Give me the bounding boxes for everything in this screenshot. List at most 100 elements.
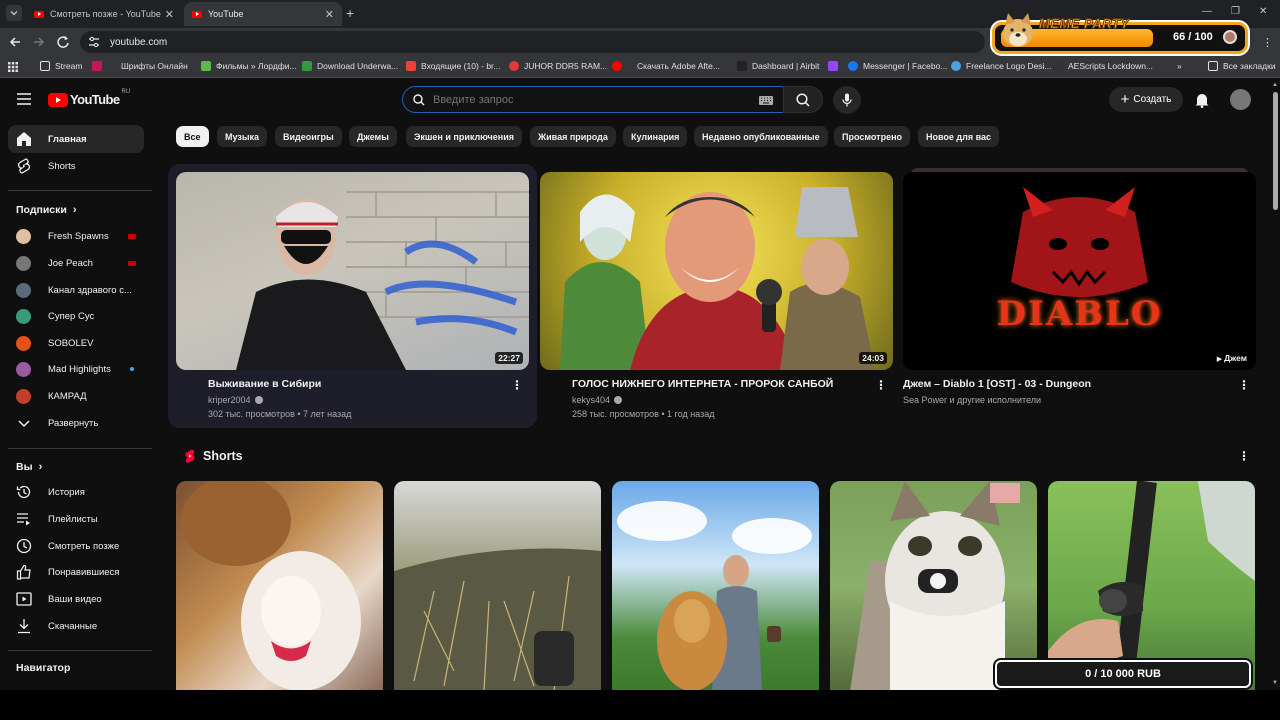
sidebar-item-label: Mad Highlights xyxy=(48,363,111,375)
chip-watched[interactable]: Просмотрено xyxy=(834,126,911,147)
sidebar-expand[interactable]: Развернуть xyxy=(8,409,144,437)
scroll-up-icon[interactable]: ▲ xyxy=(1272,82,1278,88)
video-channel[interactable]: kriper2004 xyxy=(208,395,263,405)
url-text: youtube.com xyxy=(110,36,168,48)
video-title[interactable]: ГОЛОС НИЖНЕГО ИНТЕРНЕТА - ПРОРОК САНБОЙ xyxy=(572,378,833,390)
create-button[interactable]: + Создать xyxy=(1109,87,1183,112)
bookmark-adobe[interactable]: Скачать Adobe Afte... xyxy=(612,61,720,71)
short-thumbnail[interactable] xyxy=(394,481,601,691)
more-options-icon[interactable]: ⋮ xyxy=(1238,449,1250,463)
video-meta: 258 тыс. просмотров • 1 год назад xyxy=(572,409,715,419)
video-card[interactable]: DIABLO ▶ Джем Джем – Diablo 1 [OST] - 03 … xyxy=(903,168,1256,405)
new-content-dot-icon xyxy=(130,367,134,371)
bookmark-juhor[interactable]: JUHOR DDR5 RAM... xyxy=(509,61,607,71)
bookmark-aescripts[interactable]: AEScripts Lockdown... xyxy=(1053,61,1153,71)
channel-name: kekys404 xyxy=(572,395,611,405)
chip-music[interactable]: Музыка xyxy=(217,126,268,147)
maximize-icon[interactable]: ❐ xyxy=(1231,6,1240,17)
video-thumbnail[interactable]: DIABLO ▶ Джем xyxy=(903,172,1256,370)
tab-youtube[interactable]: YouTube ✕ xyxy=(184,2,342,26)
bookmark-stream[interactable]: Stream xyxy=(40,61,82,71)
you-header[interactable]: Вы › xyxy=(16,461,42,473)
close-window-icon[interactable]: ✕ xyxy=(1259,6,1267,17)
sidebar-item-liked[interactable]: Понравившиеся xyxy=(8,558,144,586)
chip-action-adventure[interactable]: Экшен и приключения xyxy=(406,126,522,147)
chip-video-games[interactable]: Видеоигры xyxy=(275,126,342,147)
chip-jams[interactable]: Джемы xyxy=(349,126,397,147)
account-avatar[interactable] xyxy=(1230,89,1251,110)
search-button[interactable] xyxy=(783,86,823,113)
chip-recently-uploaded[interactable]: Недавно опубликованные xyxy=(694,126,828,147)
video-channel[interactable]: Sea Power и другие исполнители xyxy=(903,395,1041,405)
bookmark-favicon-icon xyxy=(1053,61,1063,71)
video-card[interactable]: 24:03 ГОЛОС НИЖНЕГО ИНТЕРНЕТА - ПРОРОК С… xyxy=(540,172,893,419)
forward-arrow-icon[interactable] xyxy=(32,35,46,49)
bookmark-favicon-icon xyxy=(737,61,747,71)
bookmark-twitch[interactable] xyxy=(828,61,843,71)
chip-wildlife[interactable]: Живая природа xyxy=(530,126,616,147)
back-arrow-icon[interactable] xyxy=(8,35,22,49)
hamburger-menu-icon[interactable] xyxy=(17,93,31,105)
sidebar-sub-kamrad[interactable]: КАМРАД xyxy=(8,382,144,410)
bookmark-films[interactable]: Фильмы » Лордфи... xyxy=(201,61,297,71)
search-input[interactable] xyxy=(433,93,753,106)
video-card[interactable]: 22:27 Выживание в Сибири kriper2004 302 … xyxy=(176,172,529,419)
chip-all[interactable]: Все xyxy=(176,126,209,147)
site-info-icon[interactable] xyxy=(88,36,100,48)
new-tab-button[interactable]: + xyxy=(346,5,354,21)
all-bookmarks[interactable]: Все закладки xyxy=(1208,61,1276,71)
sidebar-item-shorts[interactable]: Shorts xyxy=(8,152,144,180)
sidebar-sub-fresh-spawns[interactable]: Fresh Spawns xyxy=(8,222,144,250)
bookmark-download[interactable]: Download Underwa... xyxy=(302,61,398,71)
video-title[interactable]: Выживание в Сибири xyxy=(208,378,321,390)
keyboard-icon[interactable] xyxy=(759,96,773,105)
video-title[interactable]: Джем – Diablo 1 [OST] - 03 - Dungeon xyxy=(903,378,1091,390)
bookmark-label: Stream xyxy=(55,61,83,71)
video-thumbnail[interactable]: 24:03 xyxy=(540,172,893,370)
bookmark-gmail[interactable]: Входящие (10) - br... xyxy=(406,61,501,71)
tab-search-button[interactable] xyxy=(6,5,22,21)
subscriptions-header[interactable]: Подписки › xyxy=(16,204,77,216)
minimize-icon[interactable]: — xyxy=(1202,6,1212,17)
sidebar-sub-super-sus[interactable]: Супер Сус xyxy=(8,302,144,330)
chip-new-for-you[interactable]: Новое для вас xyxy=(918,126,1000,147)
browser-menu-icon[interactable]: ⋮ xyxy=(1262,36,1273,49)
meme-overlay-title: MEME PARTY xyxy=(1038,16,1130,32)
more-bookmarks-icon[interactable]: » xyxy=(1177,61,1182,71)
more-options-icon[interactable]: ⋮ xyxy=(1238,378,1250,392)
address-bar[interactable]: youtube.com xyxy=(80,31,985,53)
sidebar-item-home[interactable]: Главная xyxy=(8,125,144,153)
youtube-logo[interactable]: YouTube RU xyxy=(48,89,130,107)
close-tab-icon[interactable]: ✕ xyxy=(165,8,174,21)
bookmark-freelance-logo[interactable]: Freelance Logo Desi... xyxy=(951,61,1052,71)
close-tab-icon[interactable]: ✕ xyxy=(325,8,334,21)
sidebar-item-downloads[interactable]: Скачанные xyxy=(8,612,144,640)
sidebar-sub-mad-highlights[interactable]: Mad Highlights xyxy=(8,355,144,383)
scroll-down-icon[interactable]: ▼ xyxy=(1272,680,1278,686)
scrollbar-thumb[interactable] xyxy=(1273,92,1278,210)
short-thumbnail[interactable] xyxy=(612,481,819,691)
tab-watch-later[interactable]: Смотреть позже - YouTube ✕ xyxy=(26,2,182,26)
notifications-bell-icon[interactable] xyxy=(1195,92,1209,108)
bookmark-fonts[interactable]: Шрифты Онлайн xyxy=(92,61,188,71)
sidebar-item-history[interactable]: История xyxy=(8,478,144,506)
search-box[interactable] xyxy=(402,86,784,113)
video-channel[interactable]: kekys404 xyxy=(572,395,623,405)
bookmark-messenger[interactable]: Messenger | Facebo... xyxy=(848,61,947,71)
more-options-icon[interactable]: ⋮ xyxy=(875,378,887,392)
sidebar-item-watch-later[interactable]: Смотреть позже xyxy=(8,532,144,560)
sidebar-item-label: Развернуть xyxy=(48,417,99,429)
sidebar-sub-sobolev[interactable]: SOBOLEV xyxy=(8,329,144,357)
video-thumbnail[interactable]: 22:27 xyxy=(176,172,529,370)
sidebar-sub-joe-peach[interactable]: Joe Peach xyxy=(8,249,144,277)
chip-cooking[interactable]: Кулинария xyxy=(623,126,688,147)
more-options-icon[interactable]: ⋮ xyxy=(511,378,523,392)
bookmark-airbit[interactable]: Dashboard | Airbit xyxy=(737,61,819,71)
voice-search-button[interactable] xyxy=(833,86,861,114)
apps-grid-icon[interactable] xyxy=(8,62,18,72)
sidebar-item-playlists[interactable]: Плейлисты xyxy=(8,505,144,533)
sidebar-sub-kanal[interactable]: Канал здравого с... xyxy=(8,276,144,304)
short-thumbnail[interactable] xyxy=(176,481,383,691)
reload-icon[interactable] xyxy=(56,35,70,49)
sidebar-item-your-videos[interactable]: Ваши видео xyxy=(8,585,144,613)
